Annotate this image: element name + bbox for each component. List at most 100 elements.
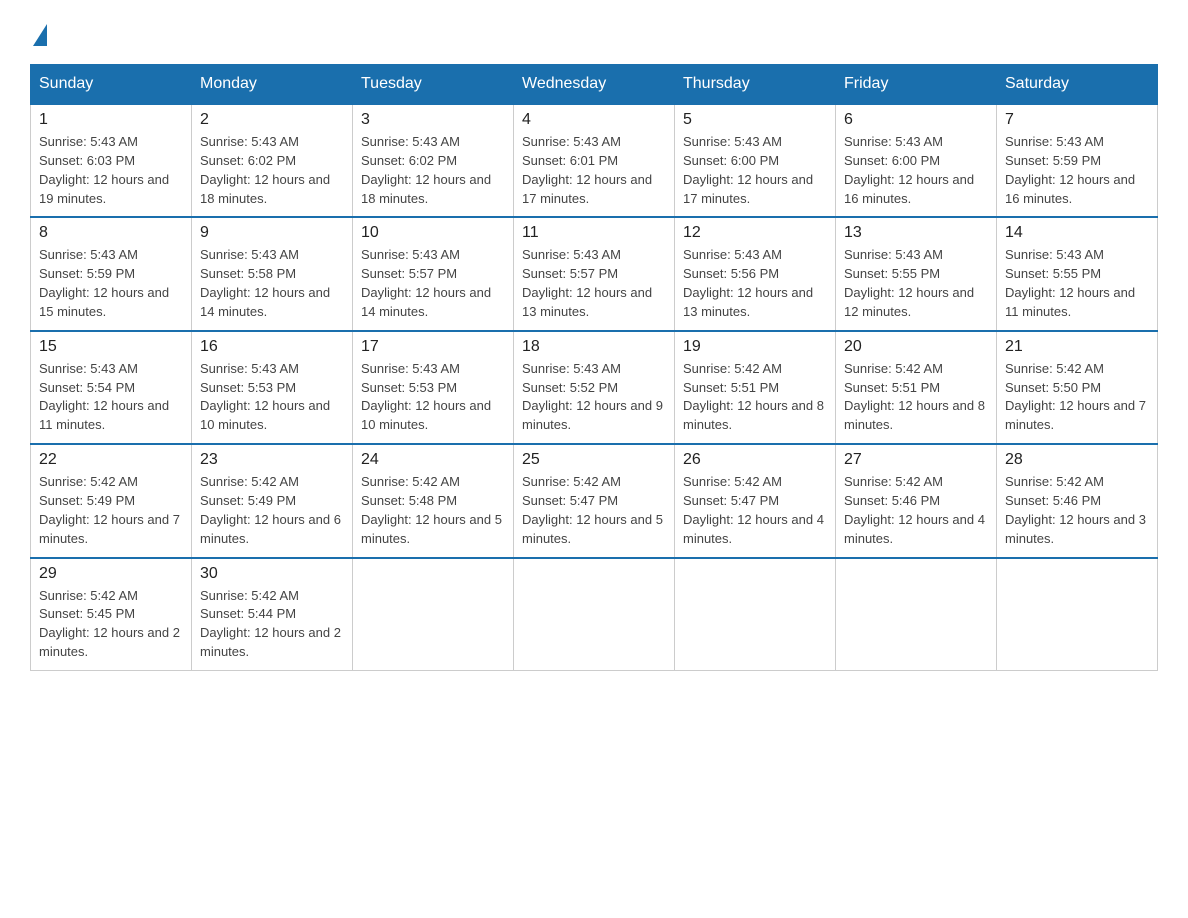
day-info: Sunrise: 5:43 AMSunset: 5:53 PMDaylight:… — [361, 360, 505, 435]
calendar-cell: 26 Sunrise: 5:42 AMSunset: 5:47 PMDaylig… — [675, 444, 836, 557]
day-info: Sunrise: 5:42 AMSunset: 5:51 PMDaylight:… — [844, 360, 988, 435]
calendar-cell: 18 Sunrise: 5:43 AMSunset: 5:52 PMDaylig… — [514, 331, 675, 444]
day-number: 18 — [522, 338, 666, 356]
day-number: 19 — [683, 338, 827, 356]
day-info: Sunrise: 5:43 AMSunset: 6:00 PMDaylight:… — [683, 133, 827, 208]
day-number: 29 — [39, 565, 183, 583]
day-number: 12 — [683, 224, 827, 242]
weekday-header-monday: Monday — [192, 65, 353, 105]
calendar-cell: 20 Sunrise: 5:42 AMSunset: 5:51 PMDaylig… — [836, 331, 997, 444]
calendar-cell: 22 Sunrise: 5:42 AMSunset: 5:49 PMDaylig… — [31, 444, 192, 557]
calendar-cell: 21 Sunrise: 5:42 AMSunset: 5:50 PMDaylig… — [997, 331, 1158, 444]
calendar-cell: 6 Sunrise: 5:43 AMSunset: 6:00 PMDayligh… — [836, 104, 997, 217]
day-info: Sunrise: 5:42 AMSunset: 5:47 PMDaylight:… — [522, 473, 666, 548]
calendar-cell — [997, 558, 1158, 671]
day-info: Sunrise: 5:42 AMSunset: 5:47 PMDaylight:… — [683, 473, 827, 548]
calendar-cell — [353, 558, 514, 671]
calendar-cell: 10 Sunrise: 5:43 AMSunset: 5:57 PMDaylig… — [353, 217, 514, 330]
calendar-cell: 12 Sunrise: 5:43 AMSunset: 5:56 PMDaylig… — [675, 217, 836, 330]
calendar-cell: 7 Sunrise: 5:43 AMSunset: 5:59 PMDayligh… — [997, 104, 1158, 217]
day-number: 8 — [39, 224, 183, 242]
day-info: Sunrise: 5:43 AMSunset: 5:59 PMDaylight:… — [39, 246, 183, 321]
day-info: Sunrise: 5:42 AMSunset: 5:48 PMDaylight:… — [361, 473, 505, 548]
calendar-cell — [836, 558, 997, 671]
day-info: Sunrise: 5:43 AMSunset: 5:57 PMDaylight:… — [522, 246, 666, 321]
day-number: 11 — [522, 224, 666, 242]
calendar-week-4: 22 Sunrise: 5:42 AMSunset: 5:49 PMDaylig… — [31, 444, 1158, 557]
calendar-cell: 23 Sunrise: 5:42 AMSunset: 5:49 PMDaylig… — [192, 444, 353, 557]
day-info: Sunrise: 5:43 AMSunset: 5:57 PMDaylight:… — [361, 246, 505, 321]
day-number: 30 — [200, 565, 344, 583]
logo — [30, 20, 47, 46]
day-number: 27 — [844, 451, 988, 469]
day-number: 4 — [522, 111, 666, 129]
calendar-cell: 14 Sunrise: 5:43 AMSunset: 5:55 PMDaylig… — [997, 217, 1158, 330]
calendar-cell: 16 Sunrise: 5:43 AMSunset: 5:53 PMDaylig… — [192, 331, 353, 444]
calendar-cell — [514, 558, 675, 671]
calendar-week-2: 8 Sunrise: 5:43 AMSunset: 5:59 PMDayligh… — [31, 217, 1158, 330]
calendar-cell: 28 Sunrise: 5:42 AMSunset: 5:46 PMDaylig… — [997, 444, 1158, 557]
calendar-cell: 27 Sunrise: 5:42 AMSunset: 5:46 PMDaylig… — [836, 444, 997, 557]
calendar-cell: 13 Sunrise: 5:43 AMSunset: 5:55 PMDaylig… — [836, 217, 997, 330]
day-number: 6 — [844, 111, 988, 129]
day-info: Sunrise: 5:43 AMSunset: 6:03 PMDaylight:… — [39, 133, 183, 208]
calendar-cell: 30 Sunrise: 5:42 AMSunset: 5:44 PMDaylig… — [192, 558, 353, 671]
day-info: Sunrise: 5:43 AMSunset: 6:02 PMDaylight:… — [200, 133, 344, 208]
day-info: Sunrise: 5:42 AMSunset: 5:46 PMDaylight:… — [1005, 473, 1149, 548]
day-info: Sunrise: 5:43 AMSunset: 6:01 PMDaylight:… — [522, 133, 666, 208]
day-info: Sunrise: 5:42 AMSunset: 5:45 PMDaylight:… — [39, 587, 183, 662]
day-info: Sunrise: 5:43 AMSunset: 5:58 PMDaylight:… — [200, 246, 344, 321]
day-number: 21 — [1005, 338, 1149, 356]
day-number: 9 — [200, 224, 344, 242]
calendar-week-5: 29 Sunrise: 5:42 AMSunset: 5:45 PMDaylig… — [31, 558, 1158, 671]
day-info: Sunrise: 5:43 AMSunset: 6:02 PMDaylight:… — [361, 133, 505, 208]
day-number: 25 — [522, 451, 666, 469]
calendar-cell: 11 Sunrise: 5:43 AMSunset: 5:57 PMDaylig… — [514, 217, 675, 330]
day-info: Sunrise: 5:42 AMSunset: 5:46 PMDaylight:… — [844, 473, 988, 548]
calendar-week-1: 1 Sunrise: 5:43 AMSunset: 6:03 PMDayligh… — [31, 104, 1158, 217]
calendar-cell: 17 Sunrise: 5:43 AMSunset: 5:53 PMDaylig… — [353, 331, 514, 444]
weekday-header-thursday: Thursday — [675, 65, 836, 105]
weekday-header-row: SundayMondayTuesdayWednesdayThursdayFrid… — [31, 65, 1158, 105]
weekday-header-wednesday: Wednesday — [514, 65, 675, 105]
day-info: Sunrise: 5:43 AMSunset: 5:53 PMDaylight:… — [200, 360, 344, 435]
calendar-cell: 2 Sunrise: 5:43 AMSunset: 6:02 PMDayligh… — [192, 104, 353, 217]
day-info: Sunrise: 5:42 AMSunset: 5:49 PMDaylight:… — [39, 473, 183, 548]
calendar-cell: 24 Sunrise: 5:42 AMSunset: 5:48 PMDaylig… — [353, 444, 514, 557]
day-number: 13 — [844, 224, 988, 242]
calendar-cell: 4 Sunrise: 5:43 AMSunset: 6:01 PMDayligh… — [514, 104, 675, 217]
logo-triangle-icon — [33, 24, 47, 46]
calendar-cell: 25 Sunrise: 5:42 AMSunset: 5:47 PMDaylig… — [514, 444, 675, 557]
day-number: 23 — [200, 451, 344, 469]
day-number: 26 — [683, 451, 827, 469]
day-number: 15 — [39, 338, 183, 356]
calendar-table: SundayMondayTuesdayWednesdayThursdayFrid… — [30, 64, 1158, 671]
day-number: 10 — [361, 224, 505, 242]
weekday-header-sunday: Sunday — [31, 65, 192, 105]
calendar-cell: 8 Sunrise: 5:43 AMSunset: 5:59 PMDayligh… — [31, 217, 192, 330]
day-info: Sunrise: 5:43 AMSunset: 5:56 PMDaylight:… — [683, 246, 827, 321]
day-number: 5 — [683, 111, 827, 129]
day-info: Sunrise: 5:43 AMSunset: 5:55 PMDaylight:… — [844, 246, 988, 321]
calendar-cell: 3 Sunrise: 5:43 AMSunset: 6:02 PMDayligh… — [353, 104, 514, 217]
calendar-body: 1 Sunrise: 5:43 AMSunset: 6:03 PMDayligh… — [31, 104, 1158, 670]
day-number: 7 — [1005, 111, 1149, 129]
calendar-cell: 15 Sunrise: 5:43 AMSunset: 5:54 PMDaylig… — [31, 331, 192, 444]
day-info: Sunrise: 5:42 AMSunset: 5:51 PMDaylight:… — [683, 360, 827, 435]
day-number: 22 — [39, 451, 183, 469]
day-number: 28 — [1005, 451, 1149, 469]
day-number: 20 — [844, 338, 988, 356]
weekday-header-friday: Friday — [836, 65, 997, 105]
day-info: Sunrise: 5:43 AMSunset: 5:54 PMDaylight:… — [39, 360, 183, 435]
day-number: 14 — [1005, 224, 1149, 242]
page-header — [30, 20, 1158, 46]
day-info: Sunrise: 5:42 AMSunset: 5:49 PMDaylight:… — [200, 473, 344, 548]
calendar-cell: 19 Sunrise: 5:42 AMSunset: 5:51 PMDaylig… — [675, 331, 836, 444]
calendar-cell: 1 Sunrise: 5:43 AMSunset: 6:03 PMDayligh… — [31, 104, 192, 217]
day-info: Sunrise: 5:43 AMSunset: 6:00 PMDaylight:… — [844, 133, 988, 208]
calendar-cell: 5 Sunrise: 5:43 AMSunset: 6:00 PMDayligh… — [675, 104, 836, 217]
day-number: 1 — [39, 111, 183, 129]
day-number: 16 — [200, 338, 344, 356]
day-info: Sunrise: 5:43 AMSunset: 5:52 PMDaylight:… — [522, 360, 666, 435]
day-info: Sunrise: 5:43 AMSunset: 5:59 PMDaylight:… — [1005, 133, 1149, 208]
